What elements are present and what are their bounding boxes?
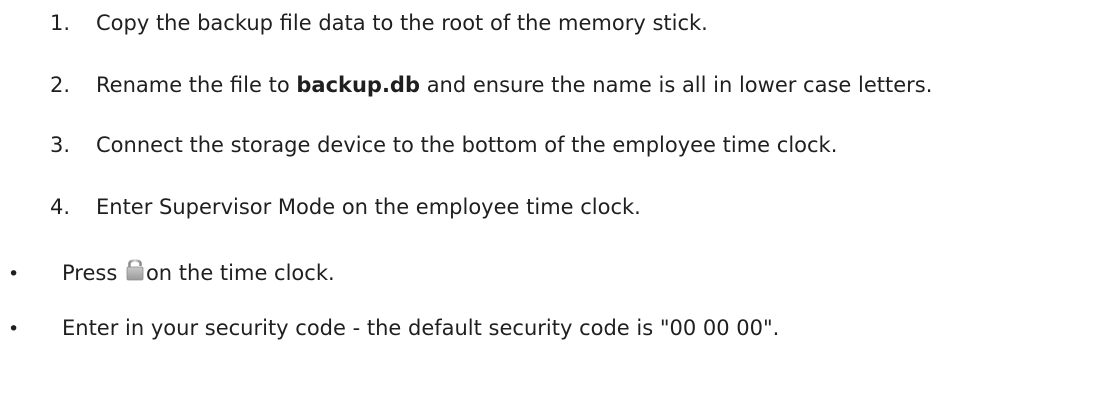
step-3: 3. Connect the storage device to the bott… <box>50 135 837 156</box>
filename-bold: backup.db <box>296 73 421 97</box>
bullet-text: Enter in your security code - the defaul… <box>62 316 780 340</box>
step-number: 3. <box>50 133 71 157</box>
step-text-after: and ensure the name is all in lower case… <box>420 73 933 97</box>
step-2: 2. Rename the file to backup.db and ensur… <box>50 75 932 96</box>
step-1: 1. Copy the backup file data to the root … <box>50 13 708 34</box>
step-number: 1. <box>50 11 71 35</box>
step-text: Copy the backup file data to the root of… <box>96 11 708 35</box>
bullet-security-code: • Enter in your security code - the defau… <box>8 318 779 339</box>
step-number: 4. <box>50 195 71 219</box>
bullet-text-before: Press <box>62 261 124 285</box>
bullet-marker: • <box>8 318 20 340</box>
step-number: 2. <box>50 73 71 97</box>
step-4: 4. Enter Supervisor Mode on the employee … <box>50 197 641 218</box>
bullet-text-after: on the time clock. <box>145 261 335 285</box>
step-text-before: Rename the file to <box>96 73 297 97</box>
bullet-press-lock: • Press on the time clock. <box>8 257 335 285</box>
lock-icon <box>126 257 144 285</box>
bullet-marker: • <box>8 263 20 285</box>
step-text: Enter Supervisor Mode on the employee ti… <box>96 195 641 219</box>
step-text: Connect the storage device to the bottom… <box>96 133 838 157</box>
